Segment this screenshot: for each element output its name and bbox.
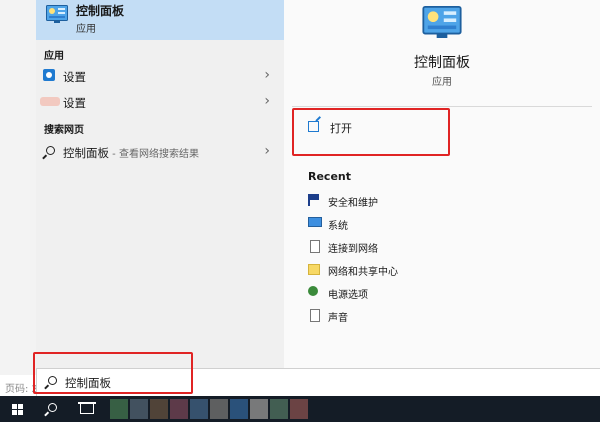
highlight-box-open (292, 108, 450, 156)
highlight-box-search (33, 352, 193, 394)
windows-start-button[interactable] (12, 404, 23, 415)
best-match-title: 控制面板 (76, 4, 125, 18)
taskbar-app-icon[interactable] (250, 399, 268, 419)
search-icon (48, 403, 57, 412)
flag-icon (308, 194, 319, 206)
best-match-item[interactable]: 控制面板 应用 (36, 0, 284, 40)
detail-subtitle: 应用 (432, 77, 452, 88)
best-match-subtitle: 应用 (76, 24, 96, 35)
taskbar-app-icon[interactable] (130, 399, 148, 419)
recent-item-label: 声音 (328, 313, 348, 324)
taskbar (0, 396, 600, 422)
recent-item[interactable]: 连接到网络 (308, 239, 508, 257)
recent-item[interactable]: 声音 (308, 308, 508, 326)
app-result-settings-2[interactable]: 设置 › (36, 90, 284, 114)
recent-heading: Recent (308, 170, 352, 183)
recent-item-label: 连接到网络 (328, 244, 378, 255)
document-icon (310, 240, 320, 253)
detail-title: 控制面板 (414, 55, 470, 71)
taskbar-app-icon[interactable] (210, 399, 228, 419)
folder-icon (308, 264, 320, 275)
desktop-background (0, 0, 36, 396)
search-results-panel: 控制面板 应用 应用 设置 › 设置 › 搜索网页 控制面板 - 查看网络搜索结… (36, 0, 284, 368)
taskbar-app-icon[interactable] (170, 399, 188, 419)
taskbar-app-icon[interactable] (150, 399, 168, 419)
recent-item-label: 电源选项 (328, 290, 368, 301)
search-icon (46, 146, 55, 155)
recent-item-label: 网络和共享中心 (328, 267, 398, 278)
chevron-right-icon[interactable]: › (264, 67, 270, 83)
web-result-text: 控制面板 - 查看网络搜索结果 (63, 145, 199, 161)
chevron-right-icon[interactable]: › (264, 143, 270, 159)
app-result-label: 设置 (63, 70, 86, 84)
control-panel-icon (46, 5, 68, 23)
taskbar-app-icon[interactable] (290, 399, 308, 419)
control-panel-large-icon (422, 6, 462, 38)
monitor-icon (308, 217, 322, 227)
blurred-app-icon (40, 97, 60, 106)
taskbar-app-icon[interactable] (230, 399, 248, 419)
web-result-hint: - 查看网络搜索结果 (109, 149, 199, 160)
web-result-label: 控制面板 (63, 146, 109, 160)
web-search-result[interactable]: 控制面板 - 查看网络搜索结果 › (36, 140, 284, 164)
document-icon (310, 309, 320, 322)
taskbar-app-icon[interactable] (110, 399, 128, 419)
recent-item-label: 系统 (328, 221, 348, 232)
taskbar-apps (110, 399, 310, 419)
recent-item[interactable]: 系统 (308, 216, 508, 234)
divider (292, 106, 592, 107)
taskbar-app-icon[interactable] (270, 399, 288, 419)
recent-item[interactable]: 电源选项 (308, 285, 508, 303)
task-view-icon[interactable] (78, 402, 96, 414)
app-result-settings[interactable]: 设置 › (36, 64, 284, 88)
detail-panel: 控制面板 应用 打开 Recent 安全和维护 系统 连接到网络 网络和共享中心… (284, 0, 600, 368)
app-result-label: 设置 (63, 96, 86, 110)
recent-item-label: 安全和维护 (328, 198, 378, 209)
section-apps-heading: 应用 (44, 51, 64, 62)
power-icon (308, 286, 318, 296)
recent-item[interactable]: 网络和共享中心 (308, 262, 508, 280)
chevron-right-icon[interactable]: › (264, 93, 270, 109)
section-web-heading: 搜索网页 (44, 125, 84, 136)
gear-icon (43, 69, 55, 81)
taskbar-app-icon[interactable] (190, 399, 208, 419)
recent-item[interactable]: 安全和维护 (308, 193, 508, 211)
